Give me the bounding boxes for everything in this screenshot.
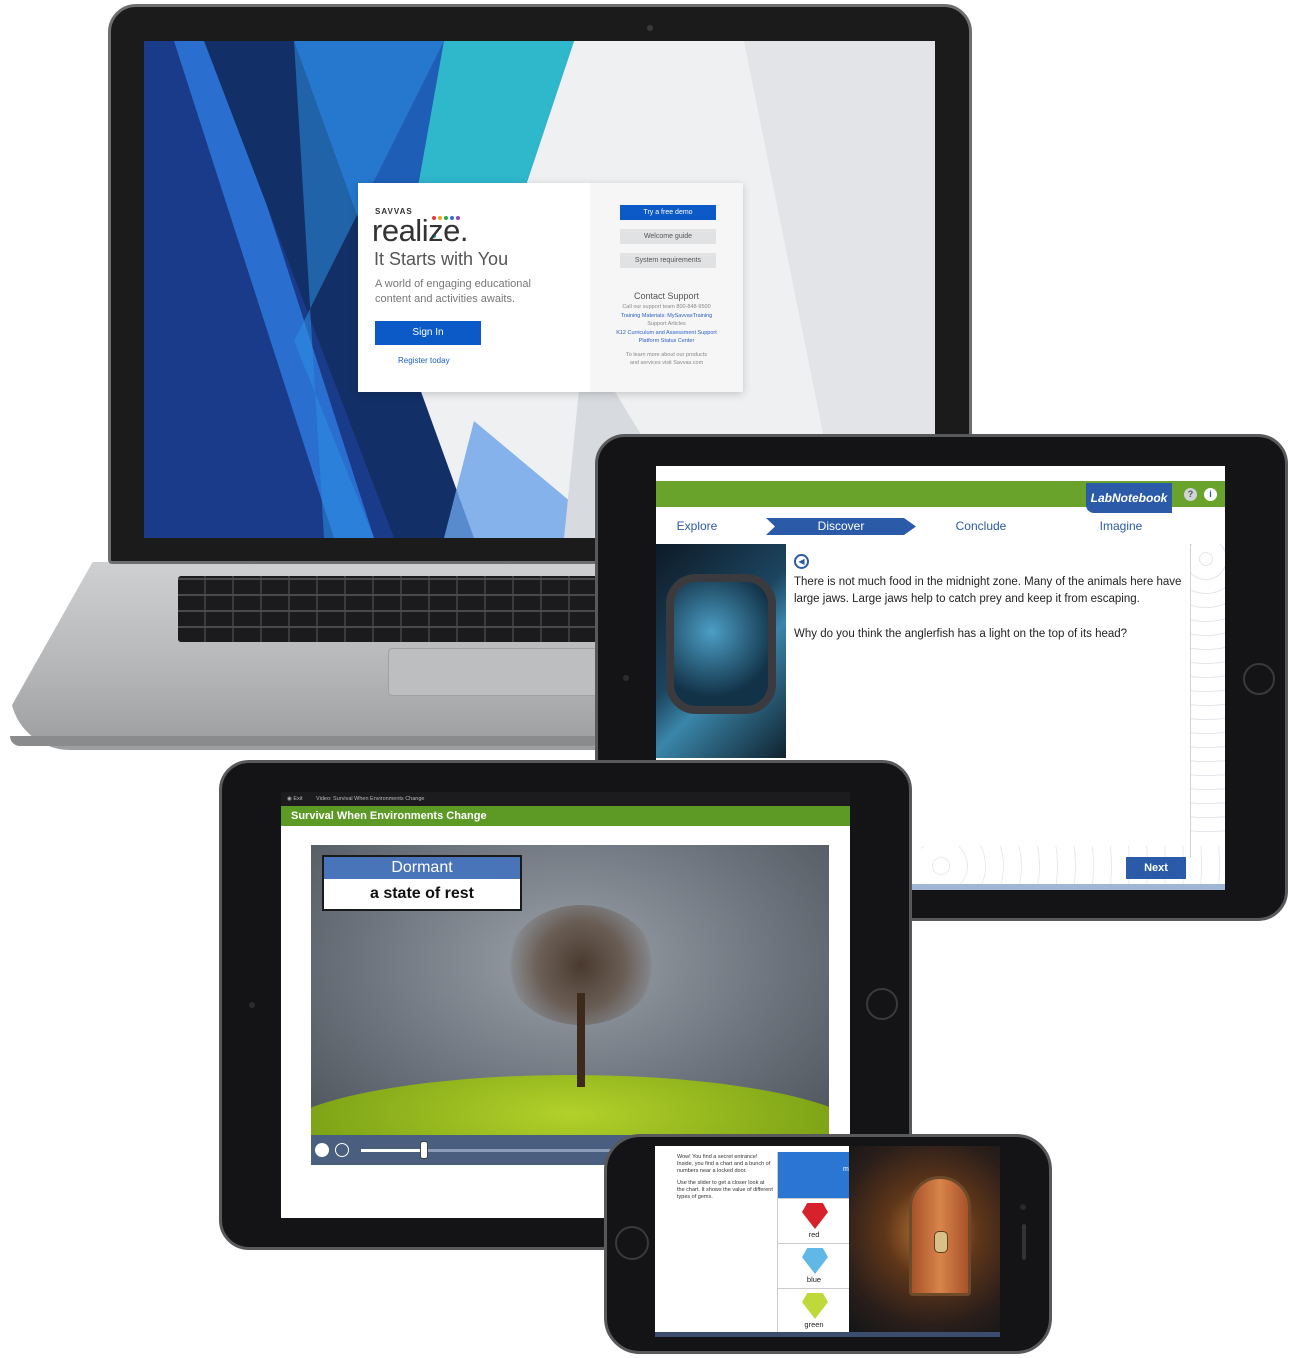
gem-row-blue: blue bbox=[778, 1243, 850, 1288]
phone-speaker bbox=[1022, 1224, 1026, 1260]
login-card-left: SAVVAS realize. It Starts with You A wor… bbox=[358, 183, 590, 392]
bottom-bar bbox=[655, 1332, 1000, 1337]
login-card: SAVVAS realize. It Starts with You A wor… bbox=[358, 183, 743, 392]
anglerfish-image bbox=[656, 544, 786, 758]
vocabulary-definition: a state of rest bbox=[369, 885, 475, 902]
exit-button[interactable]: Exit bbox=[293, 796, 302, 802]
step-navigation: Explore Discover Conclude Imagine bbox=[656, 518, 1225, 535]
free-demo-button[interactable]: Try a free demo bbox=[620, 205, 716, 220]
activity-instruction: Use the slider to get a closer look at t… bbox=[677, 1180, 773, 1200]
contact-support-title: Contact Support bbox=[633, 291, 700, 301]
info-icon[interactable]: i bbox=[1204, 488, 1217, 501]
laptop-front-edge bbox=[10, 736, 600, 746]
tablet-camera bbox=[249, 1002, 255, 1008]
footer-line[interactable]: and services visit Savvas.com bbox=[590, 359, 743, 368]
locked-door bbox=[909, 1176, 971, 1296]
gem-green-icon bbox=[802, 1293, 828, 1319]
play-icon[interactable] bbox=[315, 1143, 329, 1157]
system-requirements-button[interactable]: System requirements bbox=[620, 253, 716, 268]
audio-play-icon[interactable]: ◀ bbox=[794, 554, 809, 569]
contact-support-links: Call our support team 800-848-9500 Train… bbox=[590, 303, 743, 368]
passage-text: There is not much food in the midnight z… bbox=[794, 576, 1182, 605]
tab-discover[interactable]: Discover bbox=[766, 518, 916, 535]
laptop-camera bbox=[647, 25, 653, 31]
doodle-border bbox=[1191, 544, 1225, 844]
video-top-title: Video: Survival When Environments Change bbox=[316, 796, 425, 802]
gem-row-green: green bbox=[778, 1288, 850, 1333]
gem-chart-header bbox=[778, 1152, 850, 1198]
laptop-keyboard-rows bbox=[178, 578, 598, 642]
question-text: Why do you think the anglerfish has a li… bbox=[794, 628, 1128, 640]
vocabulary-card: Dormant a state of rest bbox=[322, 855, 522, 911]
contact-link[interactable]: Platform Status Center bbox=[590, 337, 743, 346]
video-player[interactable]: Dormant a state of rest bbox=[311, 845, 829, 1135]
tab-explore[interactable]: Explore bbox=[656, 518, 738, 535]
tab-imagine[interactable]: Imagine bbox=[1056, 518, 1186, 535]
gem-chart: red blue green bbox=[777, 1152, 850, 1337]
laptop-trackpad bbox=[388, 648, 603, 696]
gem-label: green bbox=[804, 1320, 824, 1329]
cave-door-image bbox=[849, 1146, 1000, 1337]
tablet-home-button[interactable] bbox=[1243, 663, 1275, 695]
tablet-camera bbox=[623, 675, 629, 681]
gem-label: red bbox=[808, 1230, 820, 1239]
phone-camera bbox=[1020, 1204, 1026, 1210]
submarine-window bbox=[666, 574, 776, 714]
contact-line: Call our support team 800-848-9500 bbox=[622, 304, 711, 310]
volume-icon[interactable] bbox=[335, 1143, 349, 1157]
brand-logo: realize. bbox=[372, 213, 468, 248]
grass-hill bbox=[311, 1075, 829, 1135]
activity-text: Wow! You find a secret entrance! Inside,… bbox=[677, 1154, 773, 1201]
door-lock[interactable] bbox=[934, 1231, 948, 1253]
chart-header-letter: m bbox=[843, 1166, 849, 1173]
gem-blue-icon bbox=[802, 1248, 828, 1274]
progress-handle[interactable] bbox=[419, 1141, 428, 1159]
gem-row-red: red bbox=[778, 1198, 850, 1243]
gem-red-icon bbox=[802, 1203, 828, 1229]
tablet-home-button[interactable] bbox=[866, 988, 898, 1020]
login-heading: It Starts with You bbox=[374, 249, 509, 269]
contact-link[interactable]: K12 Curriculum and Assessment Support bbox=[590, 329, 743, 338]
phone-home-button[interactable] bbox=[615, 1226, 649, 1260]
footer-line: To learn more about our products bbox=[625, 351, 708, 358]
vocabulary-term: Dormant bbox=[324, 857, 520, 879]
contact-link[interactable]: Training Materials: MySavvasTraining bbox=[590, 312, 743, 321]
activity-intro: Wow! You find a secret entrance! Inside,… bbox=[677, 1154, 771, 1174]
sign-in-button[interactable]: Sign In bbox=[375, 321, 481, 345]
login-tagline: A world of engaging educational content … bbox=[375, 278, 531, 305]
video-title-bar: Survival When Environments Change bbox=[281, 806, 850, 826]
welcome-guide-button[interactable]: Welcome guide bbox=[620, 229, 716, 244]
contact-line[interactable]: Support Articles bbox=[590, 320, 743, 329]
gem-label: blue bbox=[806, 1275, 822, 1284]
progress-fill bbox=[361, 1149, 424, 1152]
login-card-right: Try a free demo Welcome guide System req… bbox=[590, 183, 743, 392]
tree-trunk bbox=[577, 993, 585, 1087]
lab-notebook-logo: LabNotebook bbox=[1086, 483, 1172, 513]
next-button[interactable]: Next bbox=[1126, 857, 1186, 879]
phone-activity-screen: Wow! You find a secret entrance! Inside,… bbox=[655, 1146, 1000, 1337]
video-top-bar: ◉ Exit Video: Survival When Environments… bbox=[281, 792, 850, 806]
register-link[interactable]: Register today bbox=[398, 356, 450, 365]
tab-conclude[interactable]: Conclude bbox=[916, 518, 1046, 535]
help-icon[interactable]: ? bbox=[1184, 488, 1197, 501]
